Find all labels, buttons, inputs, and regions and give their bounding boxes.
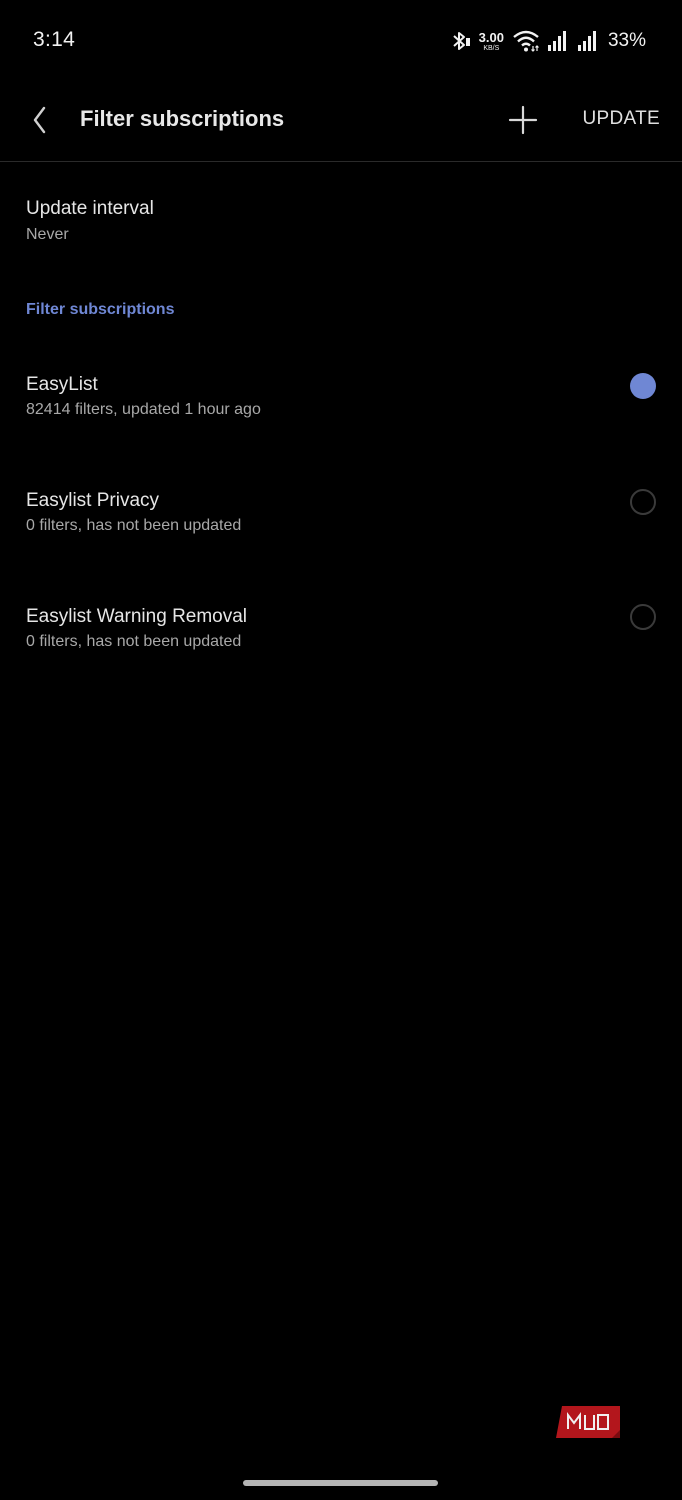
plus-icon	[508, 105, 538, 135]
subscription-name: Easylist Warning Removal	[26, 606, 248, 627]
muo-watermark-logo	[554, 1404, 622, 1440]
bluetooth-icon	[449, 29, 471, 53]
subscription-radio-unselected[interactable]	[630, 489, 656, 515]
add-subscription-button[interactable]	[503, 100, 543, 140]
update-interval-setting[interactable]: Update interval Never	[0, 180, 682, 260]
status-bar: 3:14 3.00 KB/S 33%	[0, 0, 682, 80]
subscription-name: EasyList	[26, 374, 98, 395]
battery-percentage: 33%	[607, 30, 646, 51]
subscription-details: 82414 filters, updated 1 hour ago	[26, 401, 261, 418]
status-time: 3:14	[33, 28, 76, 51]
network-speed-value: 3.00	[478, 29, 504, 45]
signal-icon	[576, 29, 600, 53]
wifi-icon	[512, 29, 540, 53]
subscription-details: 0 filters, has not been updated	[26, 517, 242, 534]
subscription-details: 0 filters, has not been updated	[26, 633, 242, 650]
home-indicator[interactable]	[243, 1480, 438, 1486]
subscription-item-easylist-warning-removal[interactable]: Easylist Warning Removal 0 filters, has …	[0, 589, 682, 679]
subscription-radio-unselected[interactable]	[630, 604, 656, 630]
subscription-name: Easylist Privacy	[26, 490, 160, 511]
update-interval-value: Never	[26, 226, 69, 243]
network-speed-unit: KB/S	[483, 44, 500, 52]
subscription-item-easylist[interactable]: EasyList 82414 filters, updated 1 hour a…	[0, 357, 682, 447]
update-button[interactable]: UPDATE	[583, 108, 660, 130]
subscription-radio-selected[interactable]	[630, 373, 656, 399]
back-button[interactable]	[22, 102, 58, 138]
subscription-item-easylist-privacy[interactable]: Easylist Privacy 0 filters, has not been…	[0, 473, 682, 563]
network-speed: 3.00 KB/S	[479, 31, 504, 52]
section-header: Filter subscriptions	[26, 301, 175, 318]
status-icons: 3.00 KB/S 33%	[449, 25, 646, 57]
back-icon	[33, 106, 46, 134]
page-title: Filter subscriptions	[80, 106, 285, 131]
update-interval-title: Update interval	[26, 198, 154, 219]
app-bar: Filter subscriptions UPDATE	[0, 80, 682, 162]
signal-icon	[546, 29, 570, 53]
